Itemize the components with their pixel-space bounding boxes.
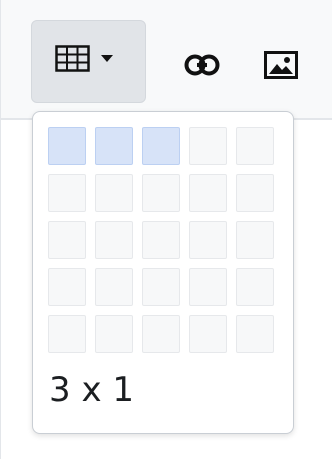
table-size-cell[interactable] xyxy=(189,268,227,306)
table-size-label: 3 x 1 xyxy=(49,370,134,410)
table-size-cell[interactable] xyxy=(236,268,274,306)
image-icon xyxy=(264,51,298,79)
table-size-cell[interactable] xyxy=(142,221,180,259)
table-size-cell[interactable] xyxy=(236,127,274,165)
insert-link-button[interactable] xyxy=(169,40,235,90)
chevron-down-icon xyxy=(101,55,113,62)
table-size-cell[interactable] xyxy=(236,221,274,259)
table-size-cell[interactable] xyxy=(48,174,86,212)
table-size-cell[interactable] xyxy=(48,315,86,353)
table-size-cell[interactable] xyxy=(236,174,274,212)
table-size-cell[interactable] xyxy=(189,174,227,212)
table-size-cell[interactable] xyxy=(142,268,180,306)
table-size-cell[interactable] xyxy=(189,315,227,353)
table-size-cell[interactable] xyxy=(95,127,133,165)
table-size-cell[interactable] xyxy=(48,221,86,259)
link-icon xyxy=(184,54,220,76)
insert-image-button[interactable] xyxy=(251,40,311,90)
table-size-cell[interactable] xyxy=(236,315,274,353)
table-size-cell[interactable] xyxy=(142,174,180,212)
editor-page: 3 x 1 xyxy=(0,0,332,459)
table-size-cell[interactable] xyxy=(95,221,133,259)
table-grid-icon xyxy=(55,45,90,72)
table-size-cell[interactable] xyxy=(142,127,180,165)
insert-table-button[interactable] xyxy=(31,20,146,103)
table-size-cell[interactable] xyxy=(189,221,227,259)
table-size-cell[interactable] xyxy=(95,174,133,212)
table-size-cell[interactable] xyxy=(142,315,180,353)
table-size-cell[interactable] xyxy=(189,127,227,165)
table-size-cell[interactable] xyxy=(48,268,86,306)
table-size-cell[interactable] xyxy=(48,127,86,165)
table-size-cell[interactable] xyxy=(95,315,133,353)
table-size-grid[interactable] xyxy=(48,127,274,353)
table-size-cell[interactable] xyxy=(95,268,133,306)
table-size-picker: 3 x 1 xyxy=(32,111,294,434)
editor-toolbar xyxy=(1,0,332,118)
